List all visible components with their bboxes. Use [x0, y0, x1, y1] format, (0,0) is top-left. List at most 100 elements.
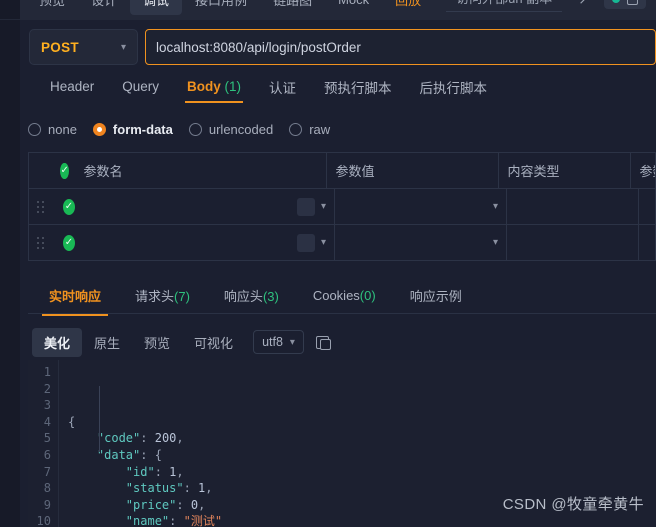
param-name-cell[interactable]: ▾	[83, 225, 335, 260]
nav-tab-0[interactable]: 预览	[26, 0, 78, 15]
chevron-down-icon[interactable]: ▾	[321, 201, 326, 212]
code-token: 0	[190, 497, 199, 512]
chevron-down-icon: ▾	[289, 336, 295, 348]
code-token: "name"	[125, 514, 170, 527]
encoding-select[interactable]: utf8 ▾	[253, 330, 304, 354]
line-number-gutter: 1 2 3 4 5 6 7 8 9 10	[28, 360, 59, 527]
nav-tab-6[interactable]: 回放	[382, 0, 434, 15]
request-tab-0[interactable]: Header	[36, 75, 108, 103]
code-token: :	[183, 481, 199, 496]
request-tab-label: 预执行脚本	[324, 80, 392, 96]
chevron-down-icon: ▾	[120, 41, 126, 53]
document-title: 访问外部url 副本	[446, 0, 563, 12]
line-number: 4	[43, 414, 51, 429]
code-token: "data"	[96, 447, 141, 462]
code-token: "price"	[125, 497, 177, 512]
body-type-radio-raw[interactable]: raw	[289, 122, 330, 137]
encoding-label: utf8	[262, 335, 283, 349]
nav-tab-2[interactable]: 调试	[130, 0, 183, 15]
extra-cell[interactable]	[639, 225, 656, 260]
param-value-cell[interactable]: ▾	[335, 225, 507, 260]
row-checkbox[interactable]: ✓	[51, 225, 83, 260]
response-tab-4[interactable]: 响应示例	[393, 279, 479, 315]
request-tab-2[interactable]: Body (1)	[173, 75, 255, 103]
response-tab-3[interactable]: Cookies(0)	[296, 281, 393, 313]
param-table: ✓ 参数名 参数值 内容类型 参数 ✓ ▾ ▾ ✓ ▾ ▾	[28, 152, 656, 261]
chevron-down-icon[interactable]: ▾	[493, 201, 498, 212]
param-value-cell[interactable]: ▾	[335, 189, 507, 224]
nav-tab-5[interactable]: Mock	[325, 0, 382, 13]
select-all-checkbox[interactable]: ✓	[48, 153, 75, 188]
api-debug-window: 预览设计调试接口用例链路图Mock回放 访问外部url 副本 ↗ POST ▾ …	[0, 0, 656, 527]
copy-icon[interactable]	[315, 335, 331, 350]
chevron-down-icon[interactable]: ▾	[321, 237, 326, 248]
response-tab-label: 响应头	[223, 288, 263, 304]
content-type-cell[interactable]	[507, 225, 639, 260]
code-token: ,	[205, 481, 213, 496]
status-indicator-group[interactable]	[604, 0, 646, 9]
nav-tab-1[interactable]: 设计	[78, 0, 130, 15]
format-button-group: 美化 原生 预览 可视化	[32, 327, 245, 357]
format-button-1[interactable]: 原生	[82, 328, 132, 357]
share-icon[interactable]: ↗	[578, 0, 590, 8]
left-rail	[0, 0, 20, 527]
code-token: :	[169, 514, 184, 527]
code-token: 200	[154, 431, 177, 446]
response-tab-2[interactable]: 响应头(3)	[207, 279, 296, 315]
request-tab-4[interactable]: 预执行脚本	[310, 73, 406, 106]
request-tab-3[interactable]: 认证	[255, 73, 310, 106]
code-token: "id"	[125, 464, 155, 479]
response-tab-1[interactable]: 请求头(7)	[118, 279, 207, 315]
response-body-viewer[interactable]: 1 2 3 4 5 6 7 8 9 10 { "code": 200, "data": { "id…	[28, 360, 656, 527]
line-number: 10	[36, 514, 51, 527]
chevron-down-icon[interactable]: ▾	[493, 237, 498, 248]
body-type-radio-none[interactable]: none	[28, 122, 77, 137]
url-input[interactable]: localhost:8080/api/login/postOrder	[145, 29, 656, 65]
line-number: 5	[43, 431, 51, 446]
check-icon: ✓	[63, 198, 75, 215]
nav-tab-3[interactable]: 接口用例	[182, 0, 260, 15]
format-button-0[interactable]: 美化	[32, 327, 83, 357]
method-select[interactable]: POST ▾	[29, 29, 138, 65]
content-type-cell[interactable]	[507, 189, 639, 224]
code-line: "data": {	[68, 447, 656, 464]
request-tab-5[interactable]: 后执行脚本	[406, 73, 502, 106]
radio-icon	[92, 122, 106, 136]
row-checkbox[interactable]: ✓	[51, 189, 83, 224]
line-number: 1	[43, 365, 51, 379]
header-param-name: 参数名	[75, 153, 328, 188]
code-token: "status"	[125, 481, 184, 496]
required-badge[interactable]	[296, 233, 315, 252]
required-badge[interactable]	[296, 197, 315, 216]
table-row: ✓ ▾ ▾	[29, 189, 656, 225]
format-button-3[interactable]: 可视化	[182, 328, 245, 357]
line-number: 2	[43, 381, 51, 396]
nav-tab-4[interactable]: 链路图	[260, 0, 325, 15]
line-number: 7	[43, 464, 51, 479]
extra-cell[interactable]	[639, 189, 656, 224]
body-type-label: form-data	[112, 121, 173, 137]
response-tab-label: 响应示例	[409, 288, 462, 304]
drag-handle-icon[interactable]	[29, 225, 51, 260]
code-line: "price": 0,	[68, 497, 656, 514]
format-toolbar: 美化 原生 预览 可视化 utf8 ▾	[28, 326, 656, 358]
code-token: : {	[140, 447, 162, 462]
radio-icon	[188, 122, 202, 136]
line-number: 9	[43, 497, 51, 512]
param-table-header-row: ✓ 参数名 参数值 内容类型 参数	[29, 153, 656, 189]
response-tab-0[interactable]: 实时响应	[32, 279, 118, 316]
window-icon[interactable]	[627, 0, 638, 5]
request-tab-label: Query	[122, 79, 160, 94]
response-tab-count: (0)	[359, 287, 376, 303]
drag-handle-icon[interactable]	[29, 189, 51, 224]
code-token: ,	[176, 464, 184, 479]
body-type-radio-urlencoded[interactable]: urlencoded	[188, 122, 273, 137]
param-name-cell[interactable]: ▾	[83, 189, 335, 224]
body-type-label: none	[48, 121, 77, 137]
check-icon: ✓	[60, 162, 69, 179]
body-type-radio-form-data[interactable]: form-data	[92, 121, 173, 137]
header-content-type: 内容类型	[499, 153, 632, 188]
format-button-2[interactable]: 预览	[132, 328, 182, 357]
request-tab-1[interactable]: Query	[108, 75, 173, 103]
